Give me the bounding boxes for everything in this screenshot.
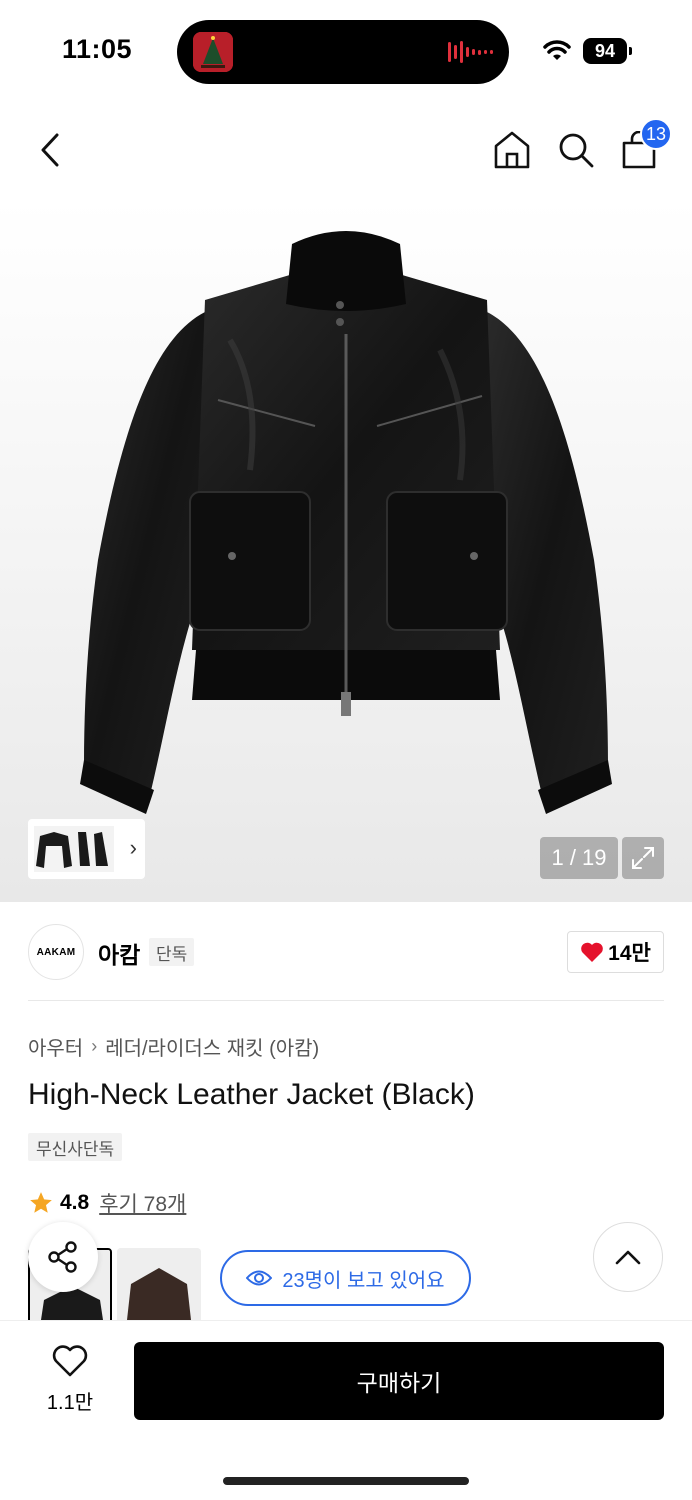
wishlist-count: 1.1만	[46, 1392, 94, 1414]
product-title: High-Neck Leather Jacket (Black)	[28, 1078, 475, 1111]
scroll-top-button[interactable]	[593, 1222, 663, 1292]
brand-like-count: 14만	[608, 942, 651, 965]
viewers-count-pill: 23명이 보고 있어요	[220, 1250, 471, 1306]
search-icon[interactable]	[556, 128, 596, 172]
brand-logo[interactable]: AAKAM	[28, 924, 84, 980]
eye-icon	[246, 1270, 273, 1286]
buy-button[interactable]: 구매하기	[134, 1342, 664, 1420]
top-nav: 13	[0, 100, 692, 200]
status-time: 11:05	[62, 34, 133, 64]
wishlist-heart-icon	[52, 1345, 88, 1377]
thumbnail-strip[interactable]: ›	[28, 819, 145, 879]
product-image-gallery[interactable]: › 1 / 19	[0, 200, 692, 902]
viewers-text: 23명이 보고 있어요	[282, 1269, 445, 1292]
back-arrow-icon[interactable]	[32, 128, 68, 172]
divider	[28, 1000, 664, 1001]
cart-count-badge: 13	[640, 118, 672, 150]
now-playing-artwork	[193, 32, 233, 72]
product-image	[80, 231, 612, 814]
rating-row[interactable]: 4.8 후기 78개	[28, 1188, 186, 1218]
dynamic-island	[177, 20, 509, 84]
battery-indicator: 94	[583, 38, 632, 64]
brand-row: AAKAM 아캄 단독 14만	[0, 902, 692, 1002]
status-bar: 11:05 94	[0, 0, 692, 100]
thumbnail-images	[34, 826, 114, 872]
breadcrumb-subcategory[interactable]: 레더/라이더스 재킷 (아캄)	[105, 1032, 319, 1061]
expand-icon[interactable]	[622, 837, 664, 879]
exclusive-tag: 무신사단독	[28, 1133, 123, 1161]
rating-score: 4.8	[60, 1191, 90, 1214]
home-icon[interactable]	[492, 128, 532, 172]
brand-name[interactable]: 아캄	[98, 936, 140, 970]
chevron-right-icon: ›	[129, 835, 137, 860]
wifi-icon	[542, 38, 572, 67]
home-indicator	[223, 1477, 469, 1485]
chevron-right-icon: ›	[91, 1036, 98, 1056]
share-icon	[48, 1241, 77, 1273]
breadcrumb: 아우터 › 레더/라이더스 재킷 (아캄)	[28, 1032, 319, 1061]
brand-like-button[interactable]: 14만	[567, 931, 664, 973]
image-counter: 1 / 19	[540, 837, 618, 879]
cart-button[interactable]: 13	[620, 118, 672, 170]
review-link[interactable]: 후기 78개	[99, 1188, 186, 1218]
share-button[interactable]	[28, 1222, 98, 1292]
wishlist-button[interactable]: 1.1만	[30, 1345, 110, 1415]
breadcrumb-category[interactable]: 아우터	[28, 1032, 83, 1061]
bottom-action-bar: 1.1만 구매하기	[0, 1320, 692, 1500]
star-icon	[30, 1192, 52, 1213]
brand-exclusive-tag: 단독	[149, 938, 195, 966]
chevron-up-icon	[615, 1250, 641, 1265]
audio-wave-icon	[448, 40, 493, 64]
heart-icon	[581, 942, 603, 962]
